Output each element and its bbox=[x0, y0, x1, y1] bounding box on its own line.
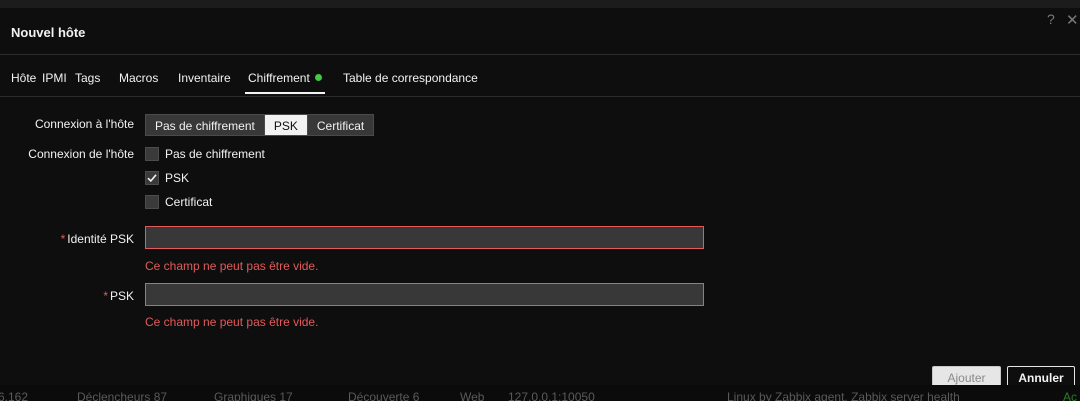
checkbox-row-certificate: Certificat bbox=[145, 194, 212, 210]
connection-from-host-label: Connexion de l'hôte bbox=[28, 147, 134, 161]
tab-value-mapping[interactable]: Table de correspondance bbox=[343, 71, 478, 85]
bg-cell: Linux by Zabbix agent, Zabbix server hea… bbox=[727, 390, 960, 401]
psk-error: Ce champ ne peut pas être vide. bbox=[145, 315, 319, 329]
psk-input[interactable] bbox=[145, 283, 704, 306]
top-strip bbox=[0, 0, 1080, 8]
bg-cell: Déclencheurs 87 bbox=[77, 390, 168, 401]
connection-to-host-label: Connexion à l'hôte bbox=[34, 117, 134, 131]
psk-identity-label-text: Identité PSK bbox=[67, 232, 134, 246]
seg-psk[interactable]: PSK bbox=[264, 114, 308, 136]
required-mark: * bbox=[60, 232, 66, 246]
checkbox-row-no-encryption: Pas de chiffrement bbox=[145, 146, 265, 162]
checkbox-certificate-label[interactable]: Certificat bbox=[165, 195, 212, 209]
required-mark: * bbox=[103, 289, 108, 303]
checkbox-row-psk: PSK bbox=[145, 170, 189, 186]
checkbox-no-encryption-label[interactable]: Pas de chiffrement bbox=[165, 147, 265, 161]
psk-label-text: PSK bbox=[109, 289, 134, 303]
status-dot-icon bbox=[314, 74, 322, 81]
bg-cell: Découverte 6 bbox=[348, 390, 420, 401]
new-host-dialog: Nouvel hôte ? ✕ Hôte IPMI Tags Macros In… bbox=[0, 8, 1080, 390]
checkbox-certificate[interactable] bbox=[145, 195, 159, 209]
checkbox-no-encryption[interactable] bbox=[145, 147, 159, 161]
dialog-title: Nouvel hôte bbox=[11, 25, 86, 40]
tab-encryption[interactable]: Chiffrement bbox=[245, 71, 325, 94]
psk-label: * PSK bbox=[4, 289, 134, 303]
tab-host[interactable]: Hôte bbox=[11, 71, 36, 85]
tab-encryption-label: Chiffrement bbox=[248, 71, 310, 85]
psk-identity-label: * Identité PSK bbox=[4, 232, 134, 246]
checkbox-psk-label[interactable]: PSK bbox=[165, 171, 189, 185]
psk-identity-input[interactable] bbox=[145, 226, 704, 249]
bg-cell: 6.162 bbox=[0, 390, 29, 401]
connection-to-host-segmented: Pas de chiffrement PSK Certificat bbox=[145, 114, 375, 136]
bg-cell: Web bbox=[460, 390, 485, 401]
psk-identity-error: Ce champ ne peut pas être vide. bbox=[145, 259, 319, 273]
seg-certificate[interactable]: Certificat bbox=[307, 114, 375, 136]
seg-no-encryption[interactable]: Pas de chiffrement bbox=[145, 114, 265, 136]
tab-bar: Hôte IPMI Tags Macros Inventaire Chiffre… bbox=[0, 66, 1080, 96]
checkbox-psk[interactable] bbox=[145, 171, 159, 185]
tabs-divider bbox=[0, 96, 1080, 97]
tab-tags[interactable]: Tags bbox=[75, 71, 100, 85]
bg-cell: 127.0.0.1:10050 bbox=[508, 390, 595, 401]
background-host-row: 6.162 Déclencheurs 87 Graphiques 17 Déco… bbox=[0, 385, 1080, 401]
bg-cell: Graphiques 17 bbox=[214, 390, 293, 401]
check-icon bbox=[147, 174, 157, 183]
tab-ipmi[interactable]: IPMI bbox=[42, 71, 67, 85]
tab-inventory[interactable]: Inventaire bbox=[178, 71, 231, 85]
close-icon[interactable]: ✕ bbox=[1066, 11, 1079, 29]
title-divider bbox=[0, 54, 1080, 55]
tab-macros[interactable]: Macros bbox=[119, 71, 158, 85]
help-icon[interactable]: ? bbox=[1047, 11, 1055, 27]
bg-cell: Ac bbox=[1063, 390, 1078, 401]
